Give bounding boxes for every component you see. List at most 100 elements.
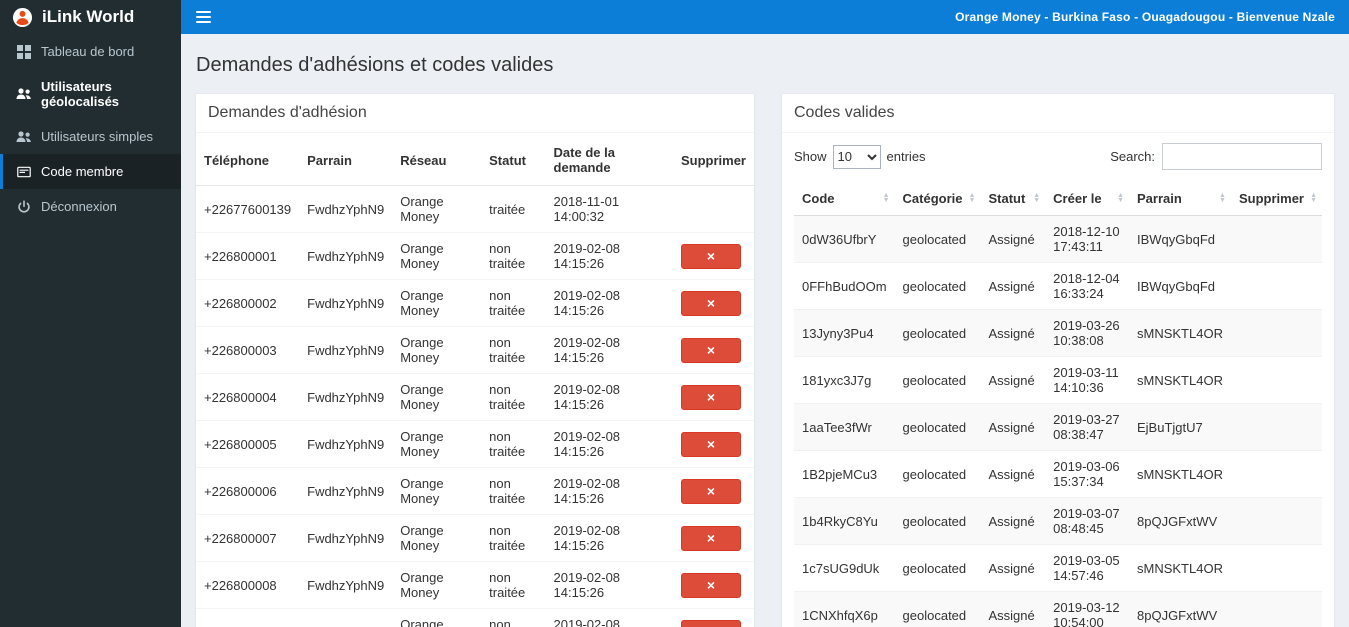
request-row: +226800006 FwdhzYphN9 Orange Money non trai… (196, 467, 754, 515)
column-label: Statut (988, 191, 1026, 206)
sidebar-item-geolocated-users[interactable]: Utilisateurs géolocalisés (0, 69, 181, 119)
parrain-cell: EjBuTjgtU7 (1129, 403, 1231, 451)
sidebar-item-member-code[interactable]: Code membre (0, 154, 181, 189)
creer-le-cell: 2019-03-12 10:54:00 (1045, 591, 1129, 627)
telephone-cell: +226800006 (196, 467, 300, 515)
supprimer-cell (1230, 403, 1322, 451)
sidebar-item-label: Déconnexion (41, 199, 117, 214)
reseau-cell: Orange Money (392, 420, 482, 468)
categorie-cell: geolocated (894, 450, 981, 498)
reseau-cell: Orange Money (392, 608, 482, 627)
supprimer-cell (1230, 309, 1322, 357)
code-row: 1CNXhfqX6p geolocated Assigné 2019-03-12 10… (794, 591, 1322, 627)
sidebar-item-simple-users[interactable]: Utilisateurs simples (0, 119, 181, 154)
telephone-cell: +226800004 (196, 373, 300, 421)
page-length-control: Show 10 entries (794, 144, 926, 169)
telephone-cell: +226800003 (196, 326, 300, 374)
delete-request-button[interactable]: × (680, 290, 741, 316)
search-input[interactable] (1162, 143, 1322, 170)
telephone-cell: +226800007 (196, 514, 300, 562)
delete-request-button[interactable]: × (680, 525, 741, 551)
column-label: Catégorie (902, 191, 963, 206)
date-cell: 2018-11-01 14:00:32 (545, 185, 673, 233)
codes-panel: Codes valides Show 10 entries Search: Co… (781, 93, 1335, 627)
statut-cell: Assigné (980, 356, 1046, 404)
request-row: +226800002 FwdhzYphN9 Orange Money non trai… (196, 279, 754, 327)
categorie-cell: geolocated (894, 591, 981, 627)
entries-label: entries (886, 149, 926, 164)
requests-panel-title: Demandes d'adhésion (208, 104, 367, 121)
reseau-cell: Orange Money (392, 373, 482, 421)
member-card-icon (15, 165, 32, 179)
power-icon (15, 199, 32, 214)
sidebar-item-dashboard[interactable]: Tableau de bord (0, 34, 181, 69)
dashboard-icon (15, 44, 32, 59)
requests-header-row: Téléphone Parrain Réseau Statut Date de la d… (196, 135, 754, 186)
codes-table-head: Code ▲ ▼ Catégorie ▲ ▼ Statut ▲ ▼ Créer le ▲ ▼ Parra… (794, 182, 1322, 216)
date-cell: 2019-02-08 14:15:26 (545, 561, 673, 609)
supprimer-cell: × (672, 420, 754, 468)
delete-request-button[interactable]: × (680, 619, 741, 627)
codes-header-row: Code ▲ ▼ Catégorie ▲ ▼ Statut ▲ ▼ Créer le ▲ ▼ Parra… (794, 182, 1322, 216)
date-cell: 2019-02-08 14:15:26 (545, 373, 673, 421)
code-cell: 1CNXhfqX6p (794, 591, 895, 627)
code-cell: 0FFhBudOOm (794, 262, 895, 310)
sort-icon: ▲ ▼ (1117, 191, 1124, 205)
statut-cell: non traitée (481, 232, 546, 280)
page-length-select[interactable]: 10 (832, 144, 881, 169)
requests-table-body: +22677600139 FwdhzYphN9 Orange Money traité… (196, 185, 754, 627)
creer-le-cell: 2019-03-26 10:38:08 (1045, 309, 1129, 357)
requests-column-header: Téléphone (196, 135, 300, 186)
codes-column-header[interactable]: Statut ▲ ▼ (980, 182, 1046, 216)
supprimer-cell: × (672, 514, 754, 562)
supprimer-cell (1230, 450, 1322, 498)
parrain-cell: FwdhzYphN9 (299, 232, 393, 280)
sidebar-toggle-button[interactable] (181, 0, 225, 34)
statut-cell: Assigné (980, 309, 1046, 357)
sidebar-item-label: Utilisateurs géolocalisés (41, 79, 120, 109)
parrain-cell: FwdhzYphN9 (299, 561, 393, 609)
app-logo-icon (12, 7, 33, 28)
delete-request-button[interactable]: × (680, 384, 741, 410)
delete-request-button[interactable]: × (680, 243, 741, 269)
reseau-cell: Orange Money (392, 514, 482, 562)
categorie-cell: geolocated (894, 497, 981, 545)
sort-icon: ▲ ▼ (882, 191, 890, 205)
creer-le-cell: 2019-03-27 08:38:47 (1045, 403, 1129, 451)
request-row: +226800007 FwdhzYphN9 Orange Money non trai… (196, 514, 754, 562)
delete-request-button[interactable]: × (680, 337, 741, 363)
delete-request-button[interactable]: × (680, 478, 741, 504)
show-label: Show (794, 149, 827, 164)
codes-panel-body: Show 10 entries Search: Code ▲ ▼ Catégorie ▲… (782, 133, 1334, 627)
sidebar-item-logout[interactable]: Déconnexion (0, 189, 181, 224)
sidebar-item-label: Tableau de bord (41, 44, 135, 59)
codes-column-header[interactable]: Catégorie ▲ ▼ (894, 182, 981, 216)
supprimer-cell: × (672, 326, 754, 374)
parrain-cell: sMNSKTL4OR (1129, 450, 1231, 498)
codes-column-header[interactable]: Supprimer ▲ ▼ (1230, 182, 1322, 216)
code-row: 181yxc3J7g geolocated Assigné 2019-03-11 14… (794, 356, 1322, 404)
statut-cell: non traitée (481, 608, 546, 627)
code-row: 1c7sUG9dUk geolocated Assigné 2019-03-05 14… (794, 544, 1322, 592)
supprimer-cell (1230, 262, 1322, 310)
requests-table-head: Téléphone Parrain Réseau Statut Date de la d… (196, 135, 754, 186)
statut-cell: non traitée (481, 561, 546, 609)
statut-cell: Assigné (980, 403, 1046, 451)
supprimer-cell: × (672, 373, 754, 421)
search-label: Search: (1110, 149, 1155, 164)
app-logo[interactable]: iLink World (0, 0, 181, 34)
code-row: 1B2pjeMCu3 geolocated Assigné 2019-03-06 15… (794, 450, 1322, 498)
parrain-cell: FwdhzYphN9 (299, 279, 393, 327)
codes-column-header[interactable]: Parrain ▲ ▼ (1129, 182, 1231, 216)
date-cell: 2019-02-08 14:15:26 (545, 467, 673, 515)
codes-column-header[interactable]: Code ▲ ▼ (794, 182, 895, 216)
supprimer-cell: × (672, 561, 754, 609)
delete-request-button[interactable]: × (680, 572, 741, 598)
statut-cell: non traitée (481, 514, 546, 562)
request-row: +226800005 FwdhzYphN9 Orange Money non trai… (196, 420, 754, 468)
codes-column-header[interactable]: Créer le ▲ ▼ (1045, 182, 1129, 216)
code-row: 0FFhBudOOm geolocated Assigné 2018-12-04 16… (794, 262, 1322, 310)
parrain-cell: sMNSKTL4OR (1129, 309, 1231, 357)
statut-cell: non traitée (481, 467, 546, 515)
delete-request-button[interactable]: × (680, 431, 741, 457)
